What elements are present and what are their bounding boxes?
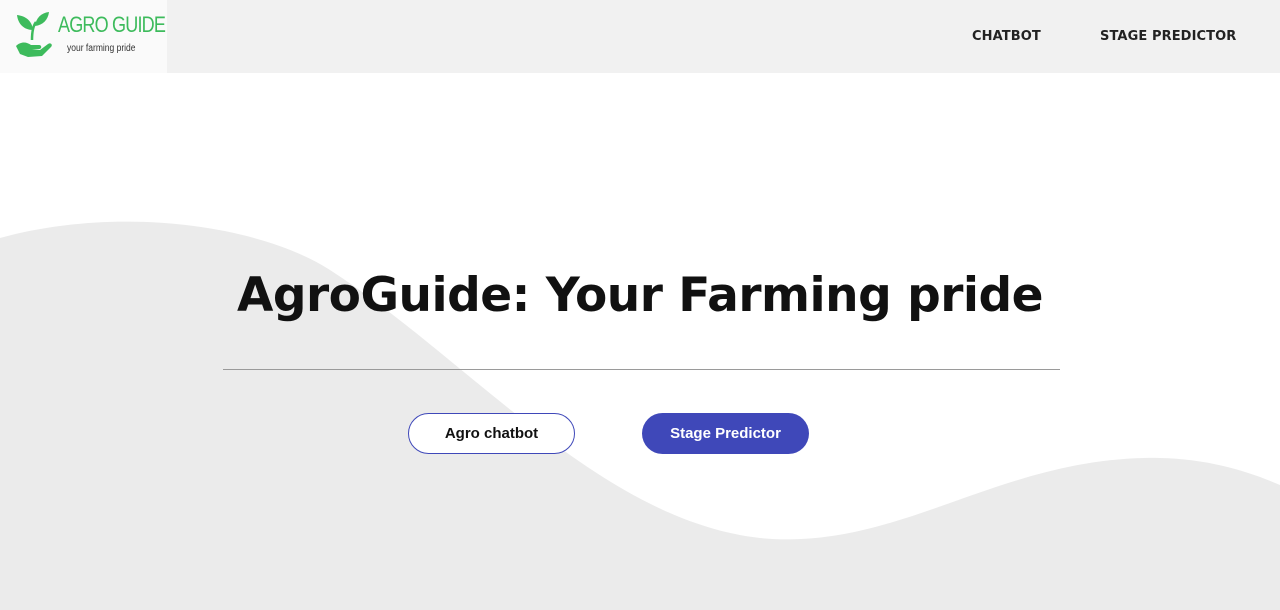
agro-chatbot-button[interactable]: Agro chatbot bbox=[408, 413, 575, 454]
sprout-hand-icon bbox=[16, 12, 52, 57]
hero-divider bbox=[223, 369, 1060, 370]
hero-title: AgroGuide: Your Farming pride bbox=[236, 268, 1044, 323]
logo-title: AGRO GUIDE bbox=[58, 12, 166, 37]
stage-predictor-button[interactable]: Stage Predictor bbox=[642, 413, 809, 454]
page: AGRO GUIDE your farming pride CHATBOT ST… bbox=[0, 0, 1280, 610]
nav-stage-predictor-link[interactable]: STAGE PREDICTOR bbox=[1100, 29, 1236, 44]
logo[interactable]: AGRO GUIDE your farming pride bbox=[0, 0, 167, 73]
logo-subtitle: your farming pride bbox=[67, 43, 136, 54]
nav-chatbot-link[interactable]: CHATBOT bbox=[972, 29, 1041, 44]
top-navbar: AGRO GUIDE your farming pride CHATBOT ST… bbox=[0, 0, 1280, 73]
